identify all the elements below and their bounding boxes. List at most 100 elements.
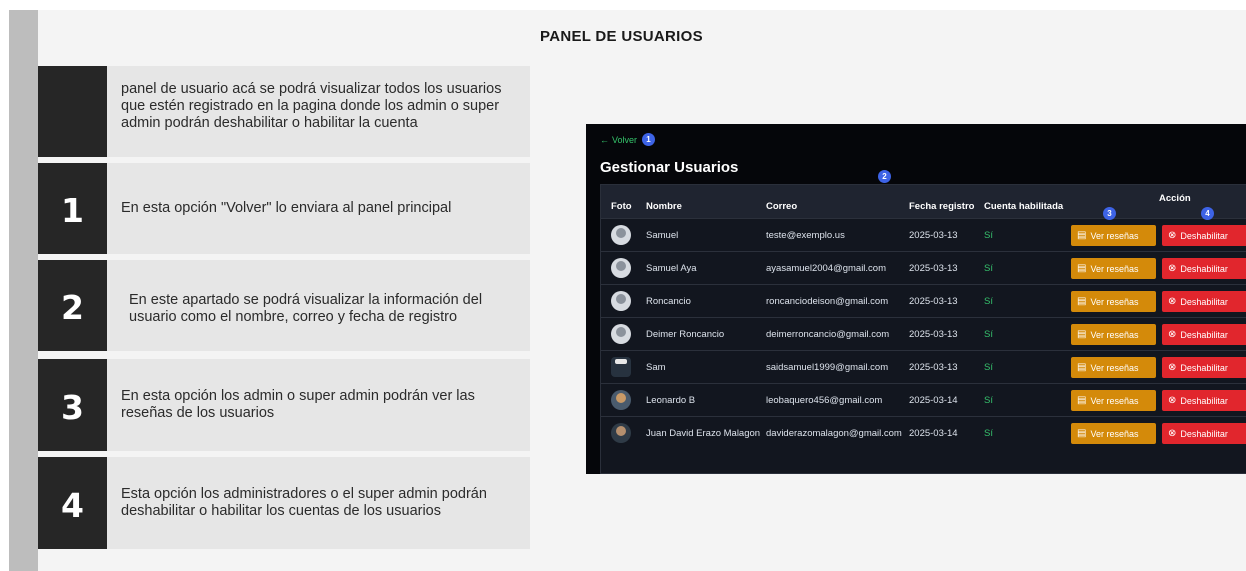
step-row-2: 2 En este apartado se podrá visualizar l…: [38, 260, 530, 351]
step-row-1: 1 En esta opción "Volver" lo enviara al …: [38, 163, 530, 254]
disable-user-button[interactable]: ⊗ Deshabilitar: [1162, 423, 1246, 444]
review-icon: ▤: [1077, 361, 1087, 373]
intro-row: panel de usuario acá se podrá visualizar…: [38, 66, 530, 157]
user-enabled: Sí: [984, 428, 993, 439]
user-remove-icon: ⊗: [1168, 229, 1177, 241]
user-email: deimerroncancio@gmail.com: [766, 329, 890, 340]
view-reviews-button[interactable]: ▤ Ver reseñas: [1071, 258, 1156, 279]
view-reviews-label: Ver reseñas: [1090, 230, 1139, 241]
view-reviews-label: Ver reseñas: [1090, 428, 1139, 439]
view-reviews-button[interactable]: ▤ Ver reseñas: [1071, 324, 1156, 345]
user-email: leobaquero456@gmail.com: [766, 395, 883, 406]
view-reviews-label: Ver reseñas: [1090, 329, 1139, 340]
disable-user-button[interactable]: ⊗ Deshabilitar: [1162, 225, 1246, 246]
column-fecha: Fecha registro: [909, 201, 975, 212]
disable-user-label: Deshabilitar: [1180, 428, 1228, 439]
table-row: Samuel Aya ayasamuel2004@gmail.com 2025-…: [601, 251, 1246, 284]
user-name: Leonardo B: [646, 395, 696, 406]
disable-user-button[interactable]: ⊗ Deshabilitar: [1162, 258, 1246, 279]
step-number: 4: [38, 457, 107, 549]
user-enabled: Sí: [984, 395, 993, 406]
user-enabled: Sí: [984, 296, 993, 307]
disable-user-label: Deshabilitar: [1180, 362, 1228, 373]
view-reviews-label: Ver reseñas: [1090, 263, 1139, 274]
user-remove-icon: ⊗: [1168, 427, 1177, 439]
user-name: Deimer Roncancio: [646, 329, 725, 340]
user-date: 2025-03-14: [909, 428, 958, 439]
step-text: En esta opción los admin o super admin p…: [121, 388, 475, 421]
user-avatar: [611, 324, 631, 344]
disable-user-button[interactable]: ⊗ Deshabilitar: [1162, 390, 1246, 411]
back-link[interactable]: ← Volver 1: [600, 133, 656, 146]
step-text: Esta opción los administradores o el sup…: [121, 486, 487, 519]
user-enabled: Sí: [984, 263, 993, 274]
review-icon: ▤: [1077, 427, 1087, 439]
view-reviews-button[interactable]: ▤ Ver reseñas: [1071, 357, 1156, 378]
user-name: Juan David Erazo Malagon: [646, 428, 761, 439]
back-label: Volver: [612, 134, 638, 145]
user-avatar: [611, 291, 631, 311]
table-header: Foto Nombre Correo Fecha registro Cuenta…: [601, 185, 1246, 218]
disable-user-label: Deshabilitar: [1180, 296, 1228, 307]
table-row: Leonardo B leobaquero456@gmail.com 2025-…: [601, 383, 1246, 416]
table-row: Deimer Roncancio deimerroncancio@gmail.c…: [601, 317, 1246, 350]
user-email: teste@exemplo.us: [766, 230, 845, 241]
user-avatar: [611, 258, 631, 278]
user-date: 2025-03-13: [909, 362, 958, 373]
user-name: Roncancio: [646, 296, 691, 307]
user-remove-icon: ⊗: [1168, 295, 1177, 307]
step-row-4: 4 Esta opción los administradores o el s…: [38, 457, 530, 549]
marker-3: 3: [1103, 207, 1116, 220]
review-icon: ▤: [1077, 229, 1087, 241]
user-avatar: [611, 390, 631, 410]
disable-user-button[interactable]: ⊗ Deshabilitar: [1162, 291, 1246, 312]
view-reviews-label: Ver reseñas: [1090, 395, 1139, 406]
users-panel-screenshot: ← Volver 1 Gestionar Usuarios 2 Foto Nom…: [586, 124, 1246, 474]
user-avatar: [611, 225, 631, 245]
user-date: 2025-03-13: [909, 329, 958, 340]
column-nombre: Nombre: [646, 201, 682, 212]
page-title: PANEL DE USUARIOS: [540, 28, 703, 45]
step-number-box: [38, 66, 107, 157]
user-remove-icon: ⊗: [1168, 394, 1177, 406]
table-row: Juan David Erazo Malagon daviderazomalag…: [601, 416, 1246, 449]
marker-1: 1: [642, 133, 656, 146]
left-stripe: [9, 10, 38, 571]
column-habilitada: Cuenta habilitada: [984, 201, 1064, 212]
manage-users-title: Gestionar Usuarios: [600, 159, 739, 176]
disable-user-button[interactable]: ⊗ Deshabilitar: [1162, 357, 1246, 378]
users-table: Foto Nombre Correo Fecha registro Cuenta…: [600, 184, 1246, 474]
view-reviews-label: Ver reseñas: [1090, 296, 1139, 307]
user-remove-icon: ⊗: [1168, 361, 1177, 373]
user-name: Sam: [646, 362, 666, 373]
arrow-left-icon: ←: [600, 134, 609, 145]
step-number: 2: [38, 260, 107, 351]
table-row: Sam saidsamuel1999@gmail.com 2025-03-13 …: [601, 350, 1246, 383]
column-correo: Correo: [766, 201, 798, 212]
view-reviews-button[interactable]: ▤ Ver reseñas: [1071, 291, 1156, 312]
column-accion: Acción: [1159, 193, 1191, 204]
disable-user-label: Deshabilitar: [1180, 230, 1228, 241]
user-date: 2025-03-14: [909, 395, 958, 406]
intro-text: panel de usuario acá se podrá visualizar…: [121, 81, 502, 131]
review-icon: ▤: [1077, 328, 1087, 340]
user-date: 2025-03-13: [909, 230, 958, 241]
table-row: Roncancio roncanciodeison@gmail.com 2025…: [601, 284, 1246, 317]
view-reviews-label: Ver reseñas: [1090, 362, 1139, 373]
table-row: Samuel teste@exemplo.us 2025-03-13 Sí ▤ V…: [601, 218, 1246, 251]
disable-user-button[interactable]: ⊗ Deshabilitar: [1162, 324, 1246, 345]
view-reviews-button[interactable]: ▤ Ver reseñas: [1071, 390, 1156, 411]
step-number: 3: [38, 359, 107, 451]
user-email: roncanciodeison@gmail.com: [766, 296, 889, 307]
view-reviews-button[interactable]: ▤ Ver reseñas: [1071, 225, 1156, 246]
user-date: 2025-03-13: [909, 296, 958, 307]
view-reviews-button[interactable]: ▤ Ver reseñas: [1071, 423, 1156, 444]
user-email: daviderazomalagon@gmail.com: [766, 428, 902, 439]
user-remove-icon: ⊗: [1168, 262, 1177, 274]
user-avatar: [611, 357, 631, 377]
user-enabled: Sí: [984, 362, 993, 373]
marker-2: 2: [878, 170, 891, 183]
review-icon: ▤: [1077, 262, 1087, 274]
step-row-3: 3 En esta opción los admin o super admin…: [38, 359, 530, 451]
step-number: 1: [38, 163, 107, 254]
